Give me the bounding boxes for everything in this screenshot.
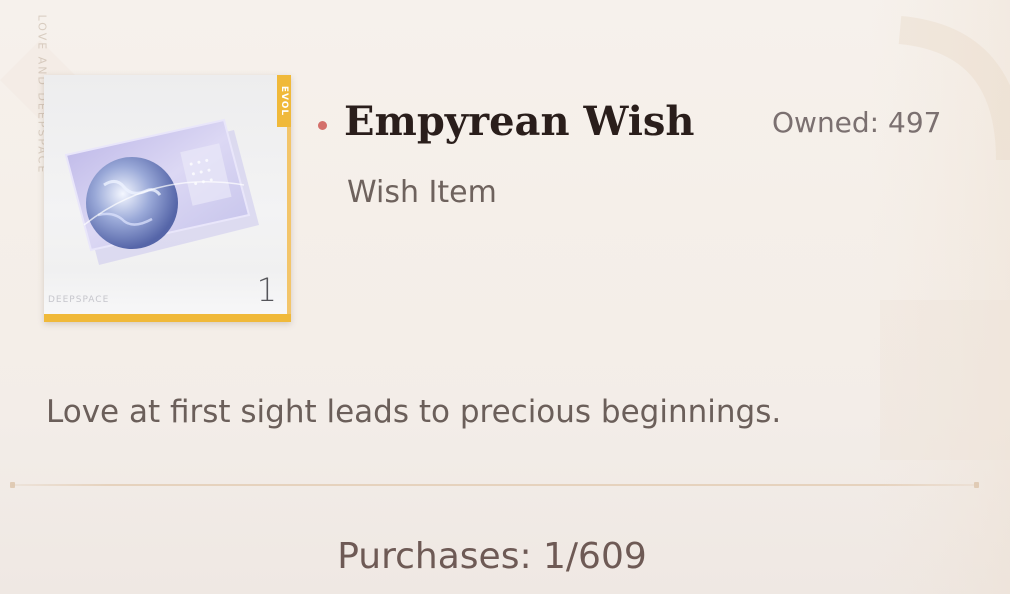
planet-ticket-icon xyxy=(64,118,259,265)
divider xyxy=(12,484,978,486)
item-card[interactable]: DEEPSPACE 1 xyxy=(44,75,291,322)
purchase-limit: Purchases: 1/609 xyxy=(337,536,647,577)
dot-icon xyxy=(318,121,327,130)
rarity-tag-label: EVOL xyxy=(279,85,289,117)
card-lower-band xyxy=(44,270,291,314)
item-type: Wish Item xyxy=(347,175,497,210)
item-title: Empyrean Wish xyxy=(344,98,695,145)
item-detail-panel: LOVE AND DEEPSPACE DEEPSPACE 1 EVOL Empy… xyxy=(0,0,1010,594)
rarity-bar xyxy=(44,314,291,322)
rarity-tag: EVOL xyxy=(277,75,291,127)
item-quantity: 1 xyxy=(256,271,277,309)
item-description: Love at first sight leads to precious be… xyxy=(46,394,782,430)
card-brand-text: DEEPSPACE xyxy=(48,295,110,305)
divider-cap-right xyxy=(974,482,979,488)
owned-count: Owned: 497 xyxy=(772,106,942,139)
